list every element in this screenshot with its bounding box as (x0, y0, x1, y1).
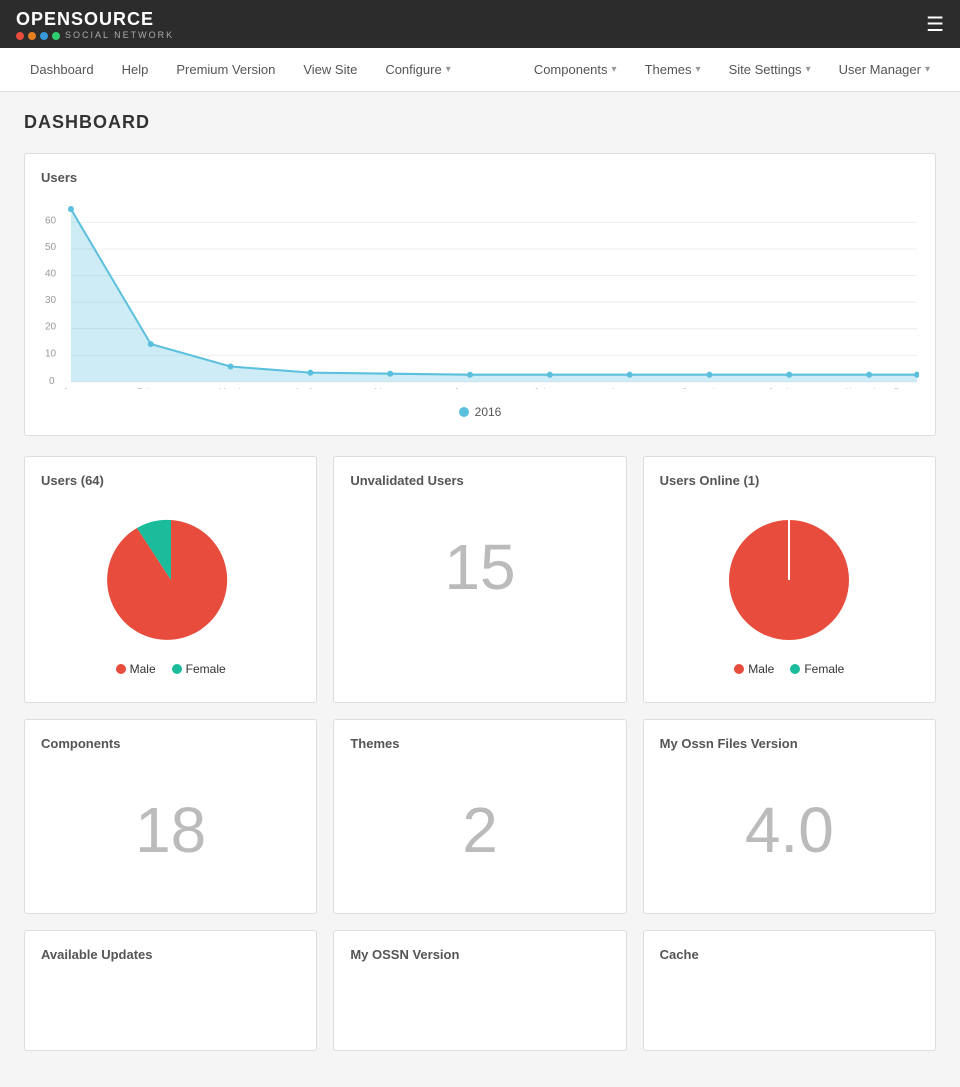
nav-viewsite[interactable]: View Site (289, 50, 371, 89)
dot-red (16, 32, 24, 40)
svg-text:40: 40 (45, 268, 56, 279)
dot-green (52, 32, 60, 40)
nav-left-links: Dashboard Help Premium Version View Site… (16, 50, 465, 89)
site-settings-caret: ▾ (806, 64, 811, 75)
online-male-label: Male (748, 662, 774, 676)
users-pie-title: Users (64) (41, 473, 300, 488)
themes-caret: ▾ (696, 64, 701, 75)
themes-title: Themes (350, 736, 609, 751)
online-pie-legend: Male Female (734, 662, 844, 676)
svg-text:February: February (137, 387, 173, 389)
stats-row-3: Available Updates My OSSN Version Cache (24, 930, 936, 1051)
online-pie-container: Male Female (660, 500, 919, 686)
users-chart-card: Users 0 10 20 30 40 50 60 70 (24, 153, 936, 436)
page-content: DASHBOARD Users 0 10 20 30 40 50 60 70 (0, 92, 960, 1087)
ossn-files-card: My Ossn Files Version 4.0 (643, 719, 936, 914)
stats-row-2: Components 18 Themes 2 My Ossn Files Ver… (24, 719, 936, 914)
brand-subtitle: SOCIAL NETWORK (65, 30, 174, 40)
nav-themes[interactable]: Themes ▾ (631, 50, 715, 89)
online-female-legend: Female (790, 662, 844, 676)
users-pie-container: Male Female (41, 500, 300, 686)
svg-text:August: August (610, 387, 638, 389)
svg-text:50: 50 (45, 242, 56, 253)
components-caret: ▾ (612, 64, 617, 75)
themes-card: Themes 2 (333, 719, 626, 914)
cache-card: Cache (643, 930, 936, 1051)
female-label: Female (186, 662, 226, 676)
components-value: 18 (41, 763, 300, 897)
unvalidated-value: 15 (350, 500, 609, 634)
svg-text:September: September (682, 387, 726, 389)
nav-premium[interactable]: Premium Version (162, 50, 289, 89)
nav-components[interactable]: Components ▾ (520, 50, 631, 89)
online-female-label: Female (804, 662, 844, 676)
svg-text:March: March (219, 387, 244, 389)
svg-text:October: October (767, 387, 799, 389)
svg-text:70: 70 (41, 376, 52, 387)
ossn-version-card: My OSSN Version (333, 930, 626, 1051)
main-nav: Dashboard Help Premium Version View Site… (0, 48, 960, 92)
nav-right-links: Components ▾ Themes ▾ Site Settings ▾ Us… (520, 50, 944, 89)
components-card: Components 18 (24, 719, 317, 914)
users-chart-title: Users (41, 170, 919, 185)
chart-legend-label: 2016 (475, 405, 502, 419)
themes-value: 2 (350, 763, 609, 897)
chart-legend: 2016 (41, 405, 919, 419)
svg-text:July: July (534, 387, 550, 389)
dot-orange (28, 32, 36, 40)
configure-caret: ▾ (446, 64, 451, 75)
nav-configure[interactable]: Configure ▾ (371, 50, 464, 89)
male-label: Male (130, 662, 156, 676)
svg-text:December: December (894, 387, 919, 389)
page-title: DASHBOARD (24, 112, 936, 133)
brand-title: OPENSOURCE (16, 9, 174, 30)
svg-text:30: 30 (45, 295, 56, 306)
online-pie-chart (709, 510, 869, 650)
ossn-version-title: My OSSN Version (350, 947, 609, 962)
nav-dashboard[interactable]: Dashboard (16, 50, 108, 89)
svg-text:60: 60 (45, 215, 56, 226)
users-pie-card: Users (64) Male Female (24, 456, 317, 703)
ossn-files-value: 4.0 (660, 763, 919, 897)
female-dot (172, 664, 182, 674)
nav-site-settings[interactable]: Site Settings ▾ (715, 50, 825, 89)
unvalidated-title: Unvalidated Users (350, 473, 609, 488)
female-legend: Female (172, 662, 226, 676)
available-updates-title: Available Updates (41, 947, 300, 962)
male-legend: Male (116, 662, 156, 676)
brand-dots (16, 32, 60, 40)
dot-blue (40, 32, 48, 40)
nav-help[interactable]: Help (108, 50, 163, 89)
cache-title: Cache (660, 947, 919, 962)
online-male-legend: Male (734, 662, 774, 676)
components-title: Components (41, 736, 300, 751)
chart-area: 0 10 20 30 40 50 60 70 (41, 197, 919, 397)
online-female-dot (790, 664, 800, 674)
hamburger-button[interactable]: ☰ (926, 12, 944, 37)
brand-logo: OPENSOURCE SOCIAL NETWORK (16, 9, 174, 40)
male-dot (116, 664, 126, 674)
available-updates-card: Available Updates (24, 930, 317, 1051)
svg-text:June: June (454, 387, 473, 389)
legend-dot-2016 (459, 407, 469, 417)
svg-text:10: 10 (45, 348, 56, 359)
ossn-files-title: My Ossn Files Version (660, 736, 919, 751)
svg-text:January: January (63, 387, 95, 389)
svg-text:20: 20 (45, 322, 56, 333)
users-pie-legend: Male Female (116, 662, 226, 676)
unvalidated-card: Unvalidated Users 15 (333, 456, 626, 703)
users-online-card: Users Online (1) Male Female (643, 456, 936, 703)
svg-text:November: November (845, 387, 886, 389)
top-navbar: OPENSOURCE SOCIAL NETWORK ☰ (0, 0, 960, 48)
stats-row-1: Users (64) Male Female (24, 456, 936, 703)
svg-text:April: April (294, 387, 312, 389)
online-male-dot (734, 664, 744, 674)
svg-text:May: May (374, 387, 391, 389)
users-pie-chart (91, 510, 251, 650)
nav-user-manager[interactable]: User Manager ▾ (825, 50, 944, 89)
user-manager-caret: ▾ (925, 64, 930, 75)
users-online-title: Users Online (1) (660, 473, 919, 488)
users-chart-svg: 0 10 20 30 40 50 60 70 (41, 205, 919, 389)
